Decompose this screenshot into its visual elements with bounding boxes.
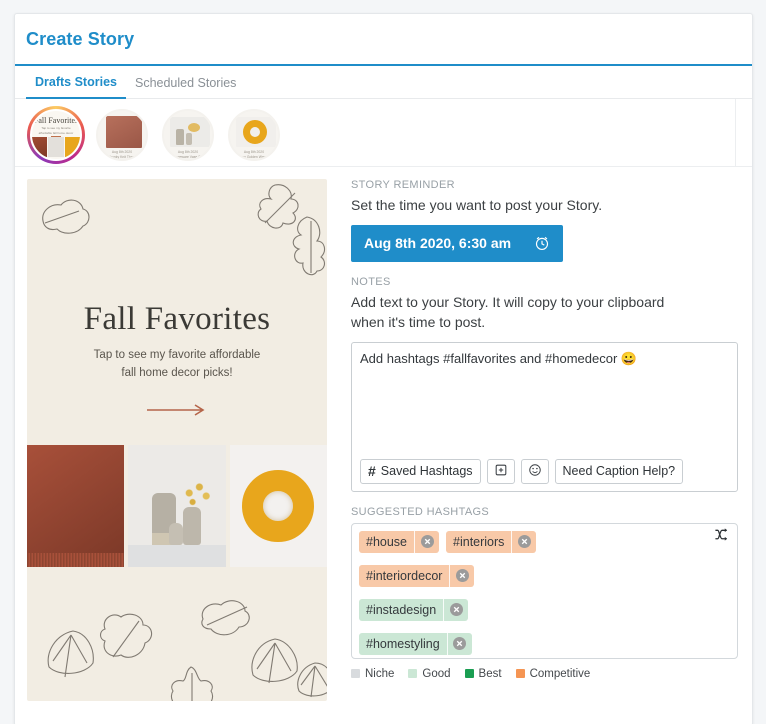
leaf-doodle-icon xyxy=(201,600,250,636)
legend-item-niche: Niche xyxy=(351,668,394,680)
hashtag-list: #house #interiors #interiordecor #instad… xyxy=(359,530,730,658)
notes-description: Add text to your Story. It will copy to … xyxy=(351,293,665,330)
schedule-date-button[interactable]: Aug 8th 2020, 6:30 am xyxy=(351,224,563,262)
suggested-hashtags-panel: #house #interiors #interiordecor #instad… xyxy=(351,522,738,659)
remove-hashtag-button[interactable] xyxy=(414,530,439,553)
leaf-doodle-icon xyxy=(297,662,327,698)
close-icon xyxy=(517,535,531,549)
save-to-collection-button[interactable] xyxy=(486,458,515,484)
preview-photo-collage xyxy=(27,445,327,567)
schedule-date-text: Aug 8th 2020, 6:30 am xyxy=(364,235,512,252)
emoji-smiley-icon xyxy=(528,463,542,480)
story-thumbnail-image-2: Aug 8th 2020 Stoneware Vase Set xyxy=(162,109,214,161)
card-header: Create Story xyxy=(15,14,752,66)
story-thumbnail-2[interactable]: Aug 8th 2020 Stoneware Vase Set xyxy=(159,106,217,164)
story-thumbnail-strip: Fall Favorites Tap to see my favorite af… xyxy=(15,99,752,167)
story-settings-panel: STORY REMINDER Set the time you want to … xyxy=(327,179,752,701)
thumb-cover-title: Fall Favorites xyxy=(33,116,79,125)
legend-label: Good xyxy=(422,667,451,680)
create-story-card: Create Story Drafts Stories Scheduled St… xyxy=(14,13,753,724)
story-thumbnail-3[interactable]: Aug 8th 2020 Faux Golden Wreath xyxy=(225,106,283,164)
notes-input[interactable]: Add hashtags #fallfavorites and #homedec… xyxy=(360,350,729,459)
preview-subtitle: Tap to see my favorite affordable fall h… xyxy=(93,349,261,379)
saved-hashtags-label: Saved Hashtags xyxy=(380,464,473,479)
tab-bar: Drafts Stories Scheduled Stories xyxy=(15,66,752,99)
hashtag-label: #homestyling xyxy=(366,636,440,651)
legend-label: Best xyxy=(478,667,502,680)
story-thumbnail-caption-2: Aug 8th 2020 Stoneware Vase Set xyxy=(172,150,204,160)
hash-icon: # xyxy=(368,463,376,480)
leaf-doodle-icon xyxy=(292,216,326,276)
legend-item-best: Best xyxy=(464,667,502,680)
leaf-doodle-icon xyxy=(42,199,90,234)
suggested-hashtags-label: SUGGESTED HASHTAGS xyxy=(351,505,490,518)
vases-photo xyxy=(128,445,226,567)
hashtag-chip[interactable]: #homestyling xyxy=(359,632,472,655)
save-to-collection-icon xyxy=(494,463,508,480)
alarm-clock-icon xyxy=(534,235,550,251)
legend-item-good: Good xyxy=(408,667,451,680)
shuffle-hashtags-button[interactable] xyxy=(712,527,731,547)
legend-item-competitive: Competitive xyxy=(515,667,591,680)
hashtag-label: #instadesign xyxy=(366,602,437,617)
story-reminder-description: Set the time you want to post your Story… xyxy=(351,197,603,213)
hashtag-chip[interactable]: #house xyxy=(359,530,440,553)
hashtag-chip[interactable]: #interiordecor xyxy=(359,564,475,587)
remove-hashtag-button[interactable] xyxy=(443,598,468,621)
preview-arrow-icon xyxy=(147,404,205,416)
hashtag-chip[interactable]: #interiors xyxy=(446,530,537,553)
tab-scheduled-stories[interactable]: Scheduled Stories xyxy=(126,76,245,98)
legend-swatch xyxy=(351,669,360,679)
hashtag-label: #interiors xyxy=(453,534,505,549)
story-thumbnail-image-3: Aug 8th 2020 Faux Golden Wreath xyxy=(228,109,280,161)
legend-swatch xyxy=(408,669,418,679)
page-title: Create Story xyxy=(26,28,135,49)
app-background: Create Story Drafts Stories Scheduled St… xyxy=(0,0,766,724)
story-thumbnail-caption-1: Aug 8th 2020 Chunky Knit Throw xyxy=(107,150,137,160)
remove-hashtag-button[interactable] xyxy=(446,632,472,655)
story-preview[interactable]: Fall Favorites Tap to see my favorite af… xyxy=(27,179,327,701)
remove-hashtag-button[interactable] xyxy=(449,564,474,587)
close-icon xyxy=(420,535,434,549)
leaf-doodle-icon xyxy=(99,613,153,658)
emoji-picker-button[interactable] xyxy=(520,458,549,484)
legend-swatch xyxy=(515,669,525,679)
story-thumbnail-image-1: Aug 8th 2020 Chunky Knit Throw xyxy=(96,109,148,161)
blanket-photo xyxy=(27,445,125,567)
close-icon xyxy=(449,603,463,617)
leaf-doodle-icon xyxy=(170,666,214,701)
close-icon xyxy=(453,637,467,651)
legend-swatch xyxy=(464,669,474,679)
blanket-photo xyxy=(106,116,142,148)
card-body: Fall Favorites Tap to see my favorite af… xyxy=(15,167,752,701)
notes-label: NOTES xyxy=(351,275,391,288)
wreath-photo xyxy=(229,445,327,567)
leaf-doodle-icon xyxy=(47,630,94,678)
story-thumbnail-0[interactable]: Fall Favorites Tap to see my favorite af… xyxy=(27,106,85,164)
notes-toolbar: # Saved Hashtags Need Caption Help? xyxy=(360,458,729,484)
story-thumbnail-image-0: Fall Favorites Tap to see my favorite af… xyxy=(30,109,82,161)
notes-editor[interactable]: Add hashtags #fallfavorites and #homedec… xyxy=(351,341,738,492)
thumb-cover-collage xyxy=(32,137,80,157)
story-thumbnail-caption-3: Aug 8th 2020 Faux Golden Wreath xyxy=(238,150,270,160)
story-reminder-label: STORY REMINDER xyxy=(351,179,455,191)
hashtag-chip[interactable]: #instadesign xyxy=(359,598,469,621)
close-icon xyxy=(455,569,469,583)
need-caption-help-button[interactable]: Need Caption Help? xyxy=(554,458,684,484)
preview-title: Fall Favorites xyxy=(83,301,271,337)
hashtag-label: #interiordecor xyxy=(366,568,443,583)
tab-drafts-stories[interactable]: Drafts Stories xyxy=(26,75,126,99)
shuffle-icon xyxy=(714,527,729,547)
remove-hashtag-button[interactable] xyxy=(511,530,536,553)
saved-hashtags-button[interactable]: # Saved Hashtags xyxy=(360,458,481,484)
story-selected-ring: Fall Favorites Tap to see my favorite af… xyxy=(27,106,85,164)
story-thumbnail-1[interactable]: Aug 8th 2020 Chunky Knit Throw xyxy=(93,106,151,164)
legend-label: Competitive xyxy=(529,667,591,680)
hashtag-legend: Niche Good Best Competitive xyxy=(351,668,738,680)
need-caption-help-label: Need Caption Help? xyxy=(562,464,676,479)
strip-divider xyxy=(735,99,736,166)
hashtag-label: #house xyxy=(366,534,408,549)
legend-label: Niche xyxy=(365,667,395,680)
